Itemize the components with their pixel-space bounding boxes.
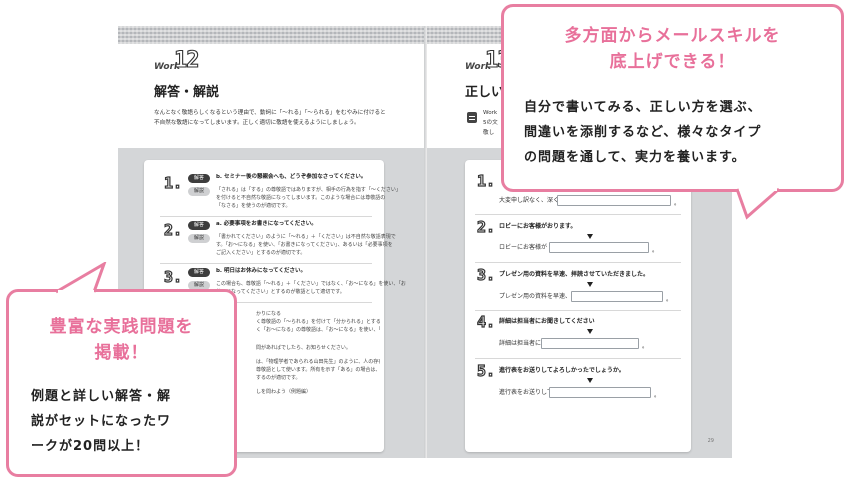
answer-tag: 解答: [188, 221, 210, 230]
divider: [475, 310, 681, 311]
item-number: 4.: [476, 312, 496, 331]
callout-tail: [735, 187, 780, 220]
answer-text: b. セミナー後の懇親会へも、どうぞ参加なさってください。: [216, 174, 367, 180]
callout-title: 豊富な実践問題を 掲載！: [49, 317, 194, 363]
period: 。: [666, 296, 673, 303]
down-arrow-icon: [587, 234, 593, 239]
hidden-answer-lines: かりになる く尊敬語の「～られる」を付けて「分かられる」とするのは不自然で く「…: [256, 311, 380, 395]
answer-prefix: 大変申し訳なく、深く: [499, 197, 560, 204]
explanation-text: この場合も、尊敬語「～れる」＋「ください」ではなく、「お～になる」を使い、「お …: [216, 281, 406, 295]
answer-input[interactable]: [549, 242, 649, 253]
callout-practice-problems: 豊富な実践問題を 掲載！ 例題と詳しい解答・解 説がセットになったワ ークが20…: [6, 289, 237, 477]
period: 。: [642, 343, 649, 350]
item-number: 2.: [163, 220, 183, 239]
divider: [160, 263, 372, 264]
answer-input[interactable]: [557, 195, 671, 206]
answer-input[interactable]: [571, 291, 663, 302]
callout-mail-skills: 多方面からメールスキルを 底上げできる！ 自分で書いてみる、正しい方を選ぶ、 間…: [501, 4, 844, 192]
answer-text: a. 必要事項をお書きになってください。: [216, 221, 317, 227]
explanation-text: 「される」は「する」の尊敬語ではありますが、相手の行為を指す「～ください」 を付…: [216, 187, 401, 209]
period: 。: [674, 200, 681, 207]
callout-body: 自分で書いてみる、正しい方を選ぶ、 間違いを添削するなど、様々なタイプ の問題を…: [524, 100, 762, 165]
question-text: ロビーにお客様がおります。: [499, 223, 577, 230]
explanation-tag: 解説: [188, 187, 210, 196]
item-number: 3.: [476, 265, 496, 284]
divider: [475, 262, 681, 263]
page-header-band: [118, 26, 424, 44]
period: 。: [654, 392, 661, 399]
down-arrow-icon: [587, 282, 593, 287]
answer-prefix: 詳細は担当者に: [499, 340, 542, 347]
callout-body: 例題と詳しい解答・解 説がセットになったワ ークが20問以上！: [31, 389, 172, 454]
answer-tag: 解答: [188, 268, 210, 277]
answer-prefix: 進行表をお送りして: [499, 389, 553, 396]
page-heading: 解答・解説: [154, 85, 220, 100]
answer-prefix: プレゼン用の資料を早速、: [499, 293, 572, 300]
promo-spread: Work 12 解答・解説 なんとなく敬語らしくなるという理由で、動詞に「～れる…: [0, 0, 850, 483]
item-number: 1.: [163, 173, 183, 192]
callout-title: 多方面からメールスキルを 底上げできる！: [564, 26, 781, 72]
instruction-text: Work 5の文 敬し: [483, 110, 498, 136]
divider: [475, 358, 681, 359]
exercise-card: 1. 大変申し訳なく、深く 。 2. ロビーにお客様がおります。 ロビーにお客様…: [465, 160, 691, 452]
item-number: 1.: [476, 171, 496, 190]
page-number: 29: [707, 438, 714, 444]
divider: [160, 216, 372, 217]
question-text: 詳細は担当者にお聞きしてください: [499, 318, 595, 325]
work-number: 12: [173, 47, 200, 73]
intro-text: なんとなく敬語らしくなるという理由で、動詞に「～れる」「～られる」をむやみに付け…: [154, 110, 386, 126]
explanation-text: 「書かれてください」のように「～れる」＋「ください」は不自然な敬語表現で す。「…: [216, 234, 396, 256]
page-heading: 正しい: [465, 85, 505, 100]
memo-icon: [467, 112, 477, 123]
down-arrow-icon: [587, 329, 593, 334]
item-number: 2.: [476, 217, 496, 236]
answer-input[interactable]: [549, 387, 651, 398]
answer-prefix: ロビーにお客様が: [499, 244, 548, 251]
down-arrow-icon: [587, 378, 593, 383]
answer-input[interactable]: [541, 338, 639, 349]
item-number: 3.: [163, 267, 183, 286]
divider: [475, 214, 681, 215]
answer-text: b. 明日はお休みになってください。: [216, 268, 307, 274]
question-text: プレゼン用の資料を早速、拝読させていただきました。: [499, 271, 650, 278]
item-number: 5.: [476, 361, 496, 380]
callout-tail: [55, 262, 107, 294]
question-text: 進行表をお送りしてよろしかったでしょうか。: [499, 367, 625, 374]
answer-tag: 解答: [188, 174, 210, 183]
period: 。: [652, 247, 659, 254]
explanation-tag: 解説: [188, 234, 210, 243]
